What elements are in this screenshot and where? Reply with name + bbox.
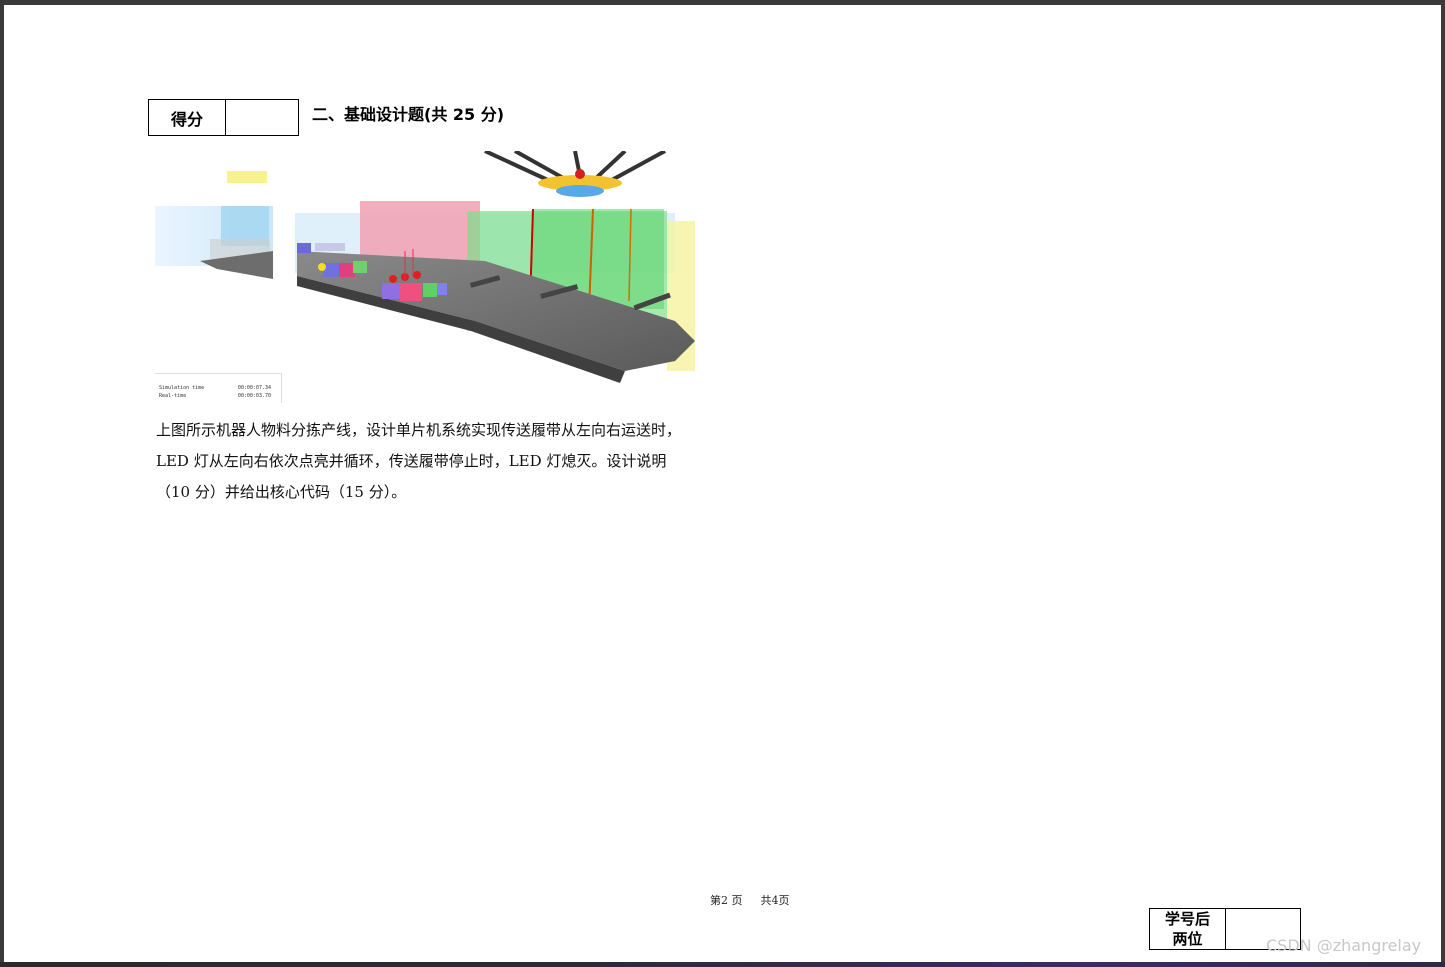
section-title: 二、基础设计题(共 25 分) (312, 105, 505, 124)
score-value-field (226, 100, 298, 135)
question-line-3: （10 分）并给出核心代码（15 分）。 (156, 483, 407, 501)
student-id-label-line1: 学号后 (1164, 910, 1210, 928)
simulation-time-panel: Simulation time 00:00:07.34 Real-time 00… (155, 373, 282, 403)
page-footer: 第2 页 共4页 (710, 892, 790, 908)
student-id-label-line2: 两位 (1172, 930, 1203, 948)
exam-page: 得分 二、基础设计题(共 25 分) Simulation time 00:00… (4, 5, 1441, 962)
student-id-label: 学号后 两位 (1150, 909, 1226, 949)
sim-time-value: 00:00:07.34 (237, 385, 271, 391)
page-total: 共4页 (760, 894, 790, 907)
score-box: 得分 (148, 99, 299, 136)
page-number: 第2 页 (710, 894, 743, 907)
sorting-line-scene (155, 151, 695, 383)
question-text: 上图所示机器人物料分拣产线，设计单片机系统实现传送履带从左向右运送时， LED … (156, 415, 726, 508)
real-time-label: Real-time (159, 393, 187, 399)
question-line-2: LED 灯从左向右依次点亮并循环，传送履带停止时，LED 灯熄灭。设计说明 (156, 452, 667, 470)
viewer-bottom-edge (0, 962, 1445, 967)
sim-time-label: Simulation time (159, 385, 205, 391)
real-time-value: 00:00:03.70 (237, 393, 271, 399)
sorting-line-figure: Simulation time 00:00:07.34 Real-time 00… (155, 151, 697, 403)
csdn-watermark: CSDN @zhangrelay (1266, 936, 1422, 955)
question-line-1: 上图所示机器人物料分拣产线，设计单片机系统实现传送履带从左向右运送时， (156, 421, 682, 439)
score-label: 得分 (149, 100, 226, 135)
